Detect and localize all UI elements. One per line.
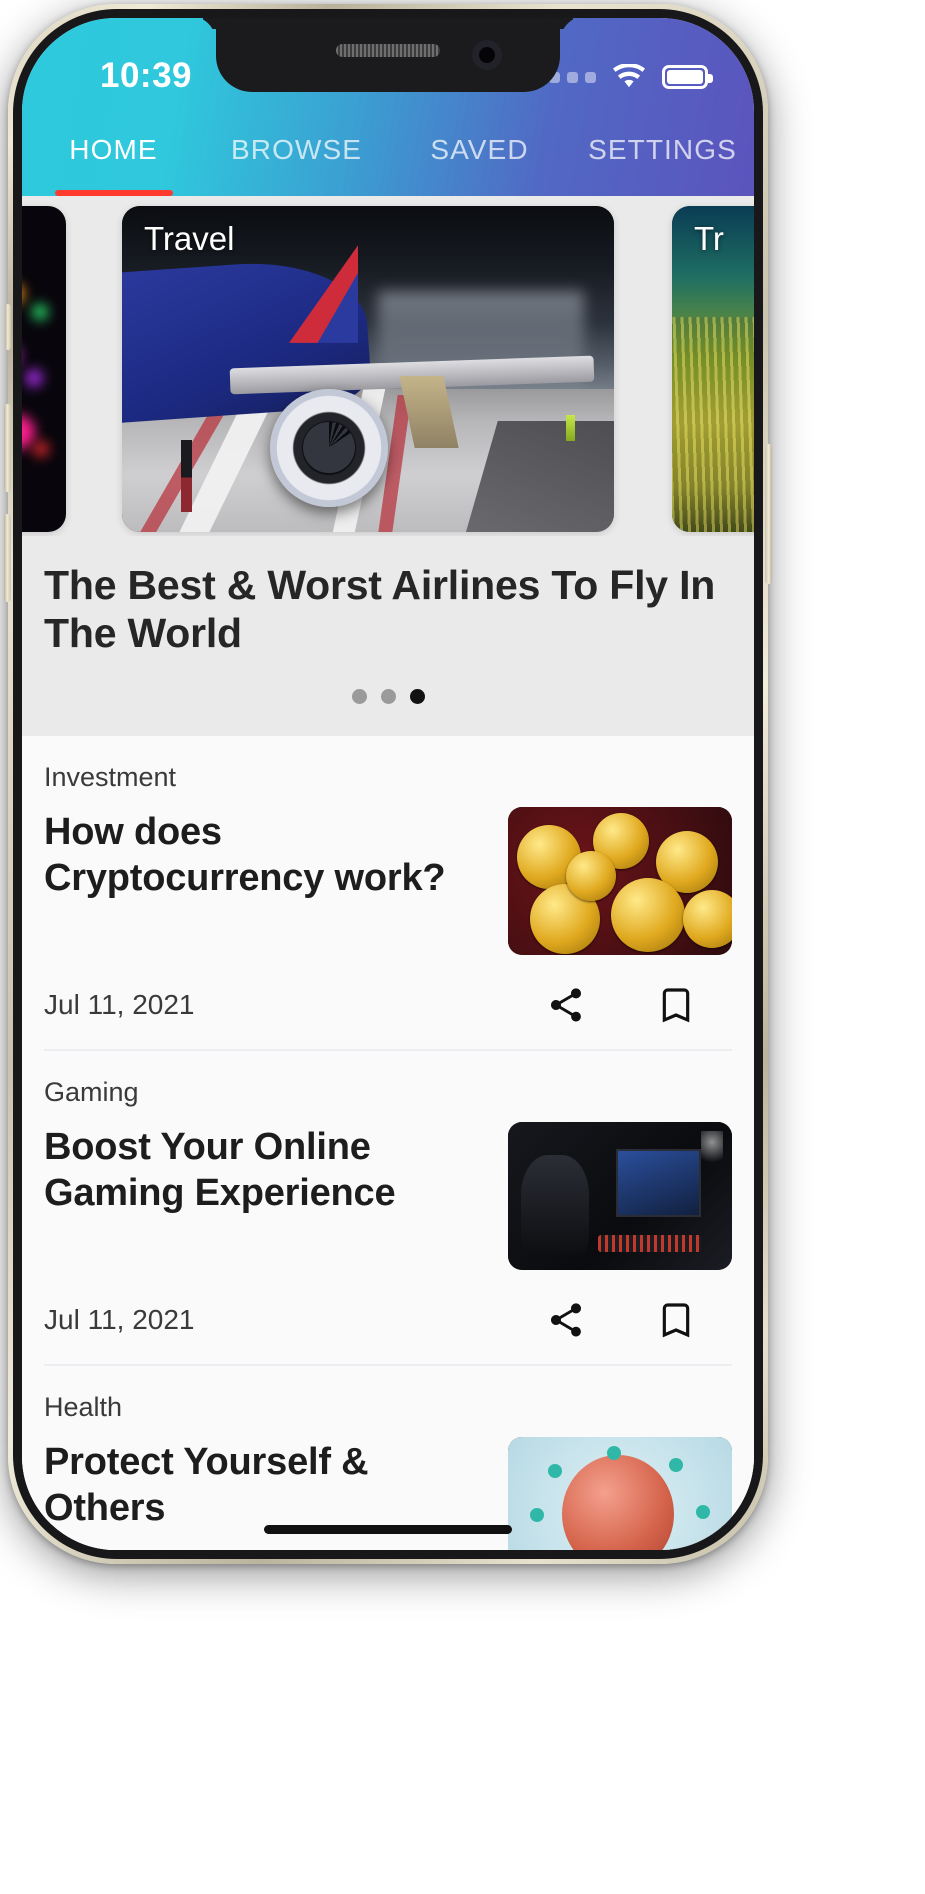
power-button[interactable] — [765, 444, 772, 584]
front-camera-icon — [472, 40, 502, 70]
share-icon[interactable] — [546, 1300, 586, 1340]
news-app: 10:39 HOME BROWSE SAVED SETTINGS Travel … — [22, 18, 754, 1550]
article-title[interactable]: How does Cryptocurrency work? — [44, 807, 488, 902]
article-thumbnail[interactable] — [508, 1122, 732, 1271]
volume-up-button[interactable] — [4, 404, 11, 492]
tab-settings[interactable]: SETTINGS — [571, 112, 754, 196]
tab-saved[interactable]: SAVED — [388, 112, 571, 196]
article-category: Gaming — [44, 1077, 139, 1108]
featured-article-title[interactable]: The Best & Worst Airlines To Fly In The … — [22, 536, 754, 657]
bookmark-icon[interactable] — [656, 985, 696, 1025]
share-icon[interactable] — [546, 985, 586, 1025]
device-notch — [216, 18, 560, 92]
status-time: 10:39 — [100, 56, 193, 95]
wifi-icon — [612, 64, 646, 88]
article-title[interactable]: Protect Yourself & Others — [44, 1437, 488, 1532]
article-category: Investment — [44, 762, 177, 793]
pagination-dot-3-active[interactable] — [409, 689, 425, 705]
featured-carousel-section: Travel Tr The Best & Worst Airlines To F… — [22, 196, 754, 737]
pagination-dot-2[interactable] — [380, 689, 396, 705]
carousel-category-label: Travel — [144, 220, 235, 257]
article-thumbnail[interactable] — [508, 1437, 732, 1550]
article-thumbnail[interactable] — [508, 807, 732, 956]
tab-bar: HOME BROWSE SAVED SETTINGS — [22, 112, 754, 196]
list-item[interactable]: Gaming Boost Your Online Gaming Experien… — [22, 1051, 754, 1367]
article-date: Jul 11, 2021 — [44, 1304, 195, 1336]
virus-image — [508, 1437, 732, 1550]
earpiece-speaker-icon — [336, 44, 440, 57]
phone-device: 10:39 HOME BROWSE SAVED SETTINGS Travel … — [4, 4, 772, 1564]
volume-down-button[interactable] — [4, 514, 11, 602]
carousel-slide-previous[interactable] — [22, 206, 66, 532]
phone-screen: 10:39 HOME BROWSE SAVED SETTINGS Travel … — [22, 18, 754, 1550]
gaming-setup-image — [508, 1122, 732, 1271]
tab-home-label: HOME — [69, 134, 158, 165]
article-date: Jul 11, 2021 — [44, 989, 195, 1021]
list-item[interactable]: Investment How does Cryptocurrency work? — [22, 736, 754, 1052]
carousel-slide-current[interactable]: Travel — [122, 206, 614, 532]
article-category: Health — [44, 1392, 123, 1423]
list-item[interactable]: Health Protect Yourself & Others — [22, 1366, 754, 1550]
tab-settings-label: SETTINGS — [588, 134, 737, 165]
tab-browse-label: BROWSE — [230, 134, 363, 165]
carousel[interactable]: Travel Tr — [22, 196, 754, 536]
article-title[interactable]: Boost Your Online Gaming Experience — [44, 1122, 488, 1217]
pagination-dot-1[interactable] — [351, 689, 367, 705]
content-scroll-area[interactable]: Travel Tr The Best & Worst Airlines To F… — [22, 196, 754, 1550]
neon-night-image — [22, 206, 66, 532]
carousel-pagination — [22, 657, 754, 730]
article-list: Investment How does Cryptocurrency work? — [22, 736, 754, 1550]
battery-full-icon — [662, 65, 713, 89]
home-indicator[interactable] — [264, 1525, 512, 1534]
tab-home[interactable]: HOME — [22, 112, 205, 196]
carousel-slide-next[interactable]: Tr — [672, 206, 754, 532]
bookmark-icon[interactable] — [656, 1300, 696, 1340]
tab-saved-label: SAVED — [430, 134, 529, 165]
app-bar: 10:39 HOME BROWSE SAVED SETTINGS — [22, 18, 754, 196]
bitcoin-coins-image — [508, 807, 732, 956]
tab-browse[interactable]: BROWSE — [205, 112, 388, 196]
silent-switch[interactable] — [5, 304, 11, 350]
carousel-next-category-label: Tr — [694, 220, 724, 257]
